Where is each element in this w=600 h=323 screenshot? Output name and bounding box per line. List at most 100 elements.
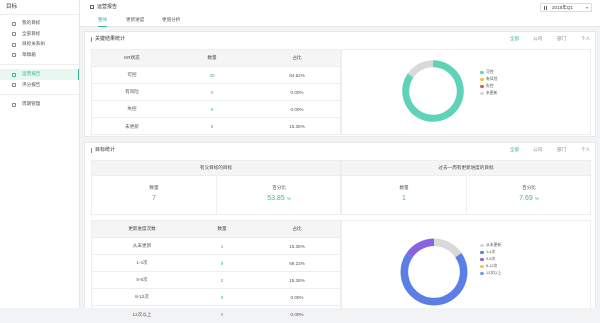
- legend-label: 从未更新: [486, 243, 502, 247]
- update-frequency-table: 更新进度次数 数量 占比 从未更新 2 15.38% 1-4次 9 69.23%…: [91, 220, 341, 317]
- filter-company[interactable]: 公司: [533, 36, 542, 42]
- tab-progress[interactable]: 更新进度: [126, 17, 144, 26]
- divider: [0, 64, 79, 65]
- period-selector[interactable]: 2018年Q1 ▾: [540, 3, 592, 12]
- filter-personal[interactable]: 个人: [581, 147, 590, 153]
- filter-company[interactable]: 公司: [533, 147, 542, 153]
- table-row: 12次以上 0 0.00%: [92, 306, 340, 323]
- stat-value[interactable]: 1: [342, 195, 466, 202]
- legend-swatch: [480, 271, 484, 276]
- stat-value[interactable]: 7: [92, 195, 216, 202]
- stat-value: 7.69 %: [467, 195, 591, 202]
- sidebar-item-label: 我的目标: [22, 20, 41, 25]
- table-row: 可控 20 84.62%: [92, 67, 340, 84]
- column-header: 更新进度次数: [128, 226, 156, 231]
- tab-overall[interactable]: 整体: [98, 17, 108, 27]
- legend-label: 未更新: [486, 91, 498, 95]
- table-row: 有风险 0 0.00%: [92, 84, 340, 101]
- sidebar-item-ops-report[interactable]: 运营报告: [0, 69, 79, 80]
- frequency-donut-chart: [400, 238, 468, 306]
- stat-pct: 百分比 53.85 %: [217, 176, 341, 215]
- cell-count[interactable]: 2: [192, 272, 252, 288]
- cell-pct: 15.38%: [289, 124, 305, 129]
- sidebar-item-all-goals[interactable]: 全部目标: [0, 29, 79, 40]
- filter-all[interactable]: 全部: [510, 36, 519, 42]
- slice-5-8: [406, 238, 435, 258]
- panel-title: 关键结果统计: [91, 37, 125, 42]
- cell-status: 可控: [127, 72, 137, 77]
- kr-chart-area: [341, 49, 591, 135]
- table-row: 8-12次 0 0.00%: [92, 289, 340, 306]
- slice-not-updated: [407, 60, 434, 78]
- legend-swatch: [480, 243, 484, 248]
- gear-icon: [12, 102, 16, 107]
- sidebar-item-score-report[interactable]: 评分报告: [0, 80, 79, 91]
- filter-personal[interactable]: 个人: [581, 36, 590, 42]
- cell-count[interactable]: 0: [172, 101, 252, 117]
- legend-item: 未更新: [480, 91, 497, 96]
- column-header: 数量: [217, 226, 227, 231]
- stat-count: 数量 7: [92, 176, 217, 215]
- divider: [0, 94, 79, 95]
- page-title: 运营报告: [97, 4, 118, 10]
- column-header: KR状态: [124, 55, 140, 60]
- breadcrumb: 运营报告: [90, 3, 117, 10]
- sidebar-item-label: 草稿箱: [22, 51, 36, 57]
- legend-label: 失控: [486, 84, 494, 88]
- cell-label: 从未更新: [132, 243, 152, 248]
- period-value: 2018年Q1: [552, 5, 573, 10]
- sidebar-item-label: 全部目标: [22, 30, 41, 36]
- cell-pct: 0.00%: [290, 89, 304, 95]
- legend-swatch: [480, 264, 484, 269]
- cell-count[interactable]: 0: [172, 84, 252, 100]
- column-header: 数量: [207, 55, 217, 60]
- report-icon: [90, 4, 94, 9]
- cell-count[interactable]: 20: [172, 67, 252, 83]
- filter-all[interactable]: 全部: [510, 147, 519, 153]
- filter-department[interactable]: 部门: [557, 147, 566, 153]
- cell-pct: 84.62%: [289, 72, 305, 78]
- stat-label: 数量: [399, 185, 409, 190]
- parent-goal-stats: 有父目标的目标 数量 7 百分比 53.85 %: [91, 160, 341, 215]
- sidebar: 目标 我的目标 全部目标 目标关系树 草稿箱 运营报告 评分报告 周期管理: [0, 0, 80, 308]
- cell-pct: 0.00%: [290, 312, 304, 317]
- cell-count[interactable]: 6: [172, 118, 252, 135]
- stat-label: 数量: [149, 185, 159, 190]
- recent-update-stats: 过去一周有更新进度的目标 数量 1 百分比 7.69 %: [341, 160, 591, 215]
- pct-number: 53.85: [267, 195, 285, 202]
- filter-department[interactable]: 部门: [557, 36, 566, 42]
- table-row: 1-4次 9 69.23%: [92, 255, 340, 272]
- legend-item: 有风险: [480, 77, 497, 82]
- kr-status-table: KR状态 数量 占比 可控 20 84.62% 有风险 0 0.00% 失控 0…: [91, 49, 341, 135]
- tab-value-analysis[interactable]: 更值分析: [162, 17, 180, 26]
- stat-value: 53.85 %: [217, 195, 341, 202]
- legend-swatch: [480, 257, 484, 262]
- sidebar-item-label: 评分报告: [22, 81, 41, 87]
- table-header: 更新进度次数 数量 占比: [92, 221, 340, 238]
- legend-item: 1-4次: [480, 250, 495, 255]
- cell-pct: 0.00%: [290, 294, 304, 300]
- legend-swatch: [480, 70, 484, 75]
- tree-icon: [12, 42, 16, 47]
- cell-count[interactable]: 2: [192, 238, 252, 254]
- cell-count[interactable]: 9: [192, 255, 252, 271]
- cell-label: 8-12次: [135, 294, 149, 299]
- cell-count[interactable]: 0: [192, 289, 252, 305]
- sidebar-item-label: 周期管理: [22, 101, 41, 106]
- cell-count[interactable]: 0: [192, 306, 252, 323]
- legend-swatch: [480, 84, 484, 89]
- cell-status: 失控: [127, 106, 137, 111]
- legend-item: 5-8次: [480, 257, 495, 262]
- header: 运营报告 2018年Q1 ▾ 整体 更新进度 更值分析: [80, 0, 600, 27]
- calendar-icon: [544, 5, 548, 10]
- section-heading: 过去一周有更新进度的目标: [342, 161, 590, 176]
- legend-item: 从未更新: [480, 243, 501, 248]
- sidebar-item-drafts[interactable]: 草稿箱: [0, 50, 79, 61]
- pct-unit: %: [286, 196, 291, 201]
- legend-swatch: [480, 91, 484, 96]
- sidebar-item-cycle-mgmt[interactable]: 周期管理: [0, 99, 79, 110]
- legend-label: 8-12次: [486, 264, 498, 268]
- sidebar-item-goal-tree[interactable]: 目标关系树: [0, 39, 79, 50]
- cell-pct: 15.38%: [289, 277, 305, 283]
- sidebar-item-my-goals[interactable]: 我的目标: [0, 18, 79, 29]
